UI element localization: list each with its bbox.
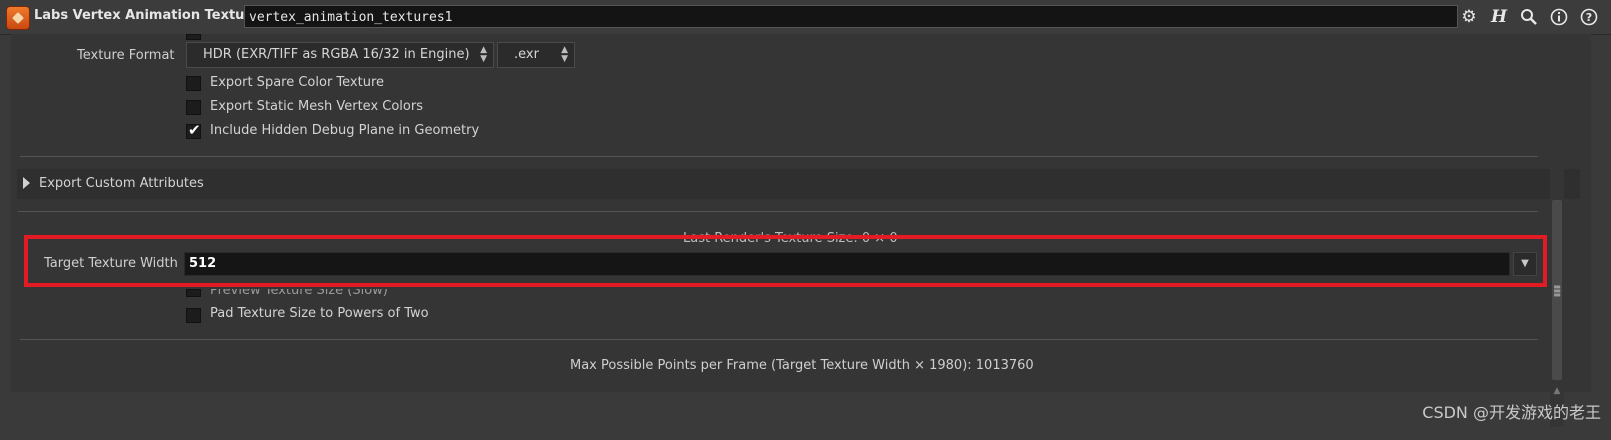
texture-format-dropdown[interactable]: HDR (EXR/TIFF as RGBA 16/32 in Engine) ▲… xyxy=(186,42,494,68)
separator xyxy=(20,339,1538,340)
max-points-label: Max Possible Points per Frame (Target Te… xyxy=(570,358,1034,373)
updown-arrows-icon: ▲ ▼ xyxy=(480,45,487,64)
checkmark-icon: ✔ xyxy=(188,121,201,139)
scrollbar-grip-icon: ▬ ▬ ▬ xyxy=(1553,282,1561,299)
node-type-title: Labs Vertex Animation Textures xyxy=(34,8,268,23)
export-static-mesh-label: Export Static Mesh Vertex Colors xyxy=(210,99,423,114)
export-spare-color-checkbox[interactable] xyxy=(186,76,201,91)
export-spare-color-label: Export Spare Color Texture xyxy=(210,75,385,90)
texture-format-label: Texture Format xyxy=(77,48,175,63)
export-static-mesh-checkbox[interactable] xyxy=(186,100,201,115)
include-debug-plane-checkbox[interactable]: ✔ xyxy=(186,121,201,139)
watermark-text: CSDN @开发游戏的老王 xyxy=(1422,403,1601,422)
houdini-node-icon xyxy=(6,6,30,30)
preview-texture-size-checkbox[interactable] xyxy=(186,289,201,297)
texture-format-value: HDR (EXR/TIFF as RGBA 16/32 in Engine) xyxy=(203,47,470,62)
highlight-box xyxy=(24,235,1547,287)
export-custom-attributes-label: Export Custom Attributes xyxy=(39,176,204,191)
export-custom-attributes-folder[interactable]: Export Custom Attributes xyxy=(17,169,1580,199)
separator xyxy=(18,211,1538,212)
houdini-h-icon[interactable]: H xyxy=(1487,5,1511,29)
help-icon[interactable]: ? xyxy=(1577,5,1601,29)
partial-checkbox[interactable] xyxy=(186,34,201,40)
toolbar-icons: ⚙ H ? xyxy=(1457,5,1601,29)
info-icon[interactable] xyxy=(1547,5,1571,29)
updown-arrows-icon: ▲ ▼ xyxy=(561,45,568,64)
texture-extension-value: .exr xyxy=(514,47,539,62)
separator xyxy=(20,156,1538,157)
scroll-up-arrow-icon[interactable]: ▲ xyxy=(1551,386,1563,396)
search-icon[interactable] xyxy=(1517,5,1541,29)
svg-text:?: ? xyxy=(1586,11,1592,24)
texture-extension-dropdown[interactable]: .exr ▲ ▼ xyxy=(497,42,575,68)
title-bar: Labs Vertex Animation Textures vertex_an… xyxy=(0,0,1611,35)
gear-icon[interactable]: ⚙ xyxy=(1457,5,1481,29)
pad-texture-size-label: Pad Texture Size to Powers of Two xyxy=(210,306,429,321)
expand-arrow-icon[interactable] xyxy=(23,177,30,189)
pad-texture-size-checkbox[interactable] xyxy=(186,308,201,323)
include-debug-plane-label: Include Hidden Debug Plane in Geometry xyxy=(210,123,480,138)
node-name-field[interactable]: vertex_animation_textures1 xyxy=(244,5,1458,28)
